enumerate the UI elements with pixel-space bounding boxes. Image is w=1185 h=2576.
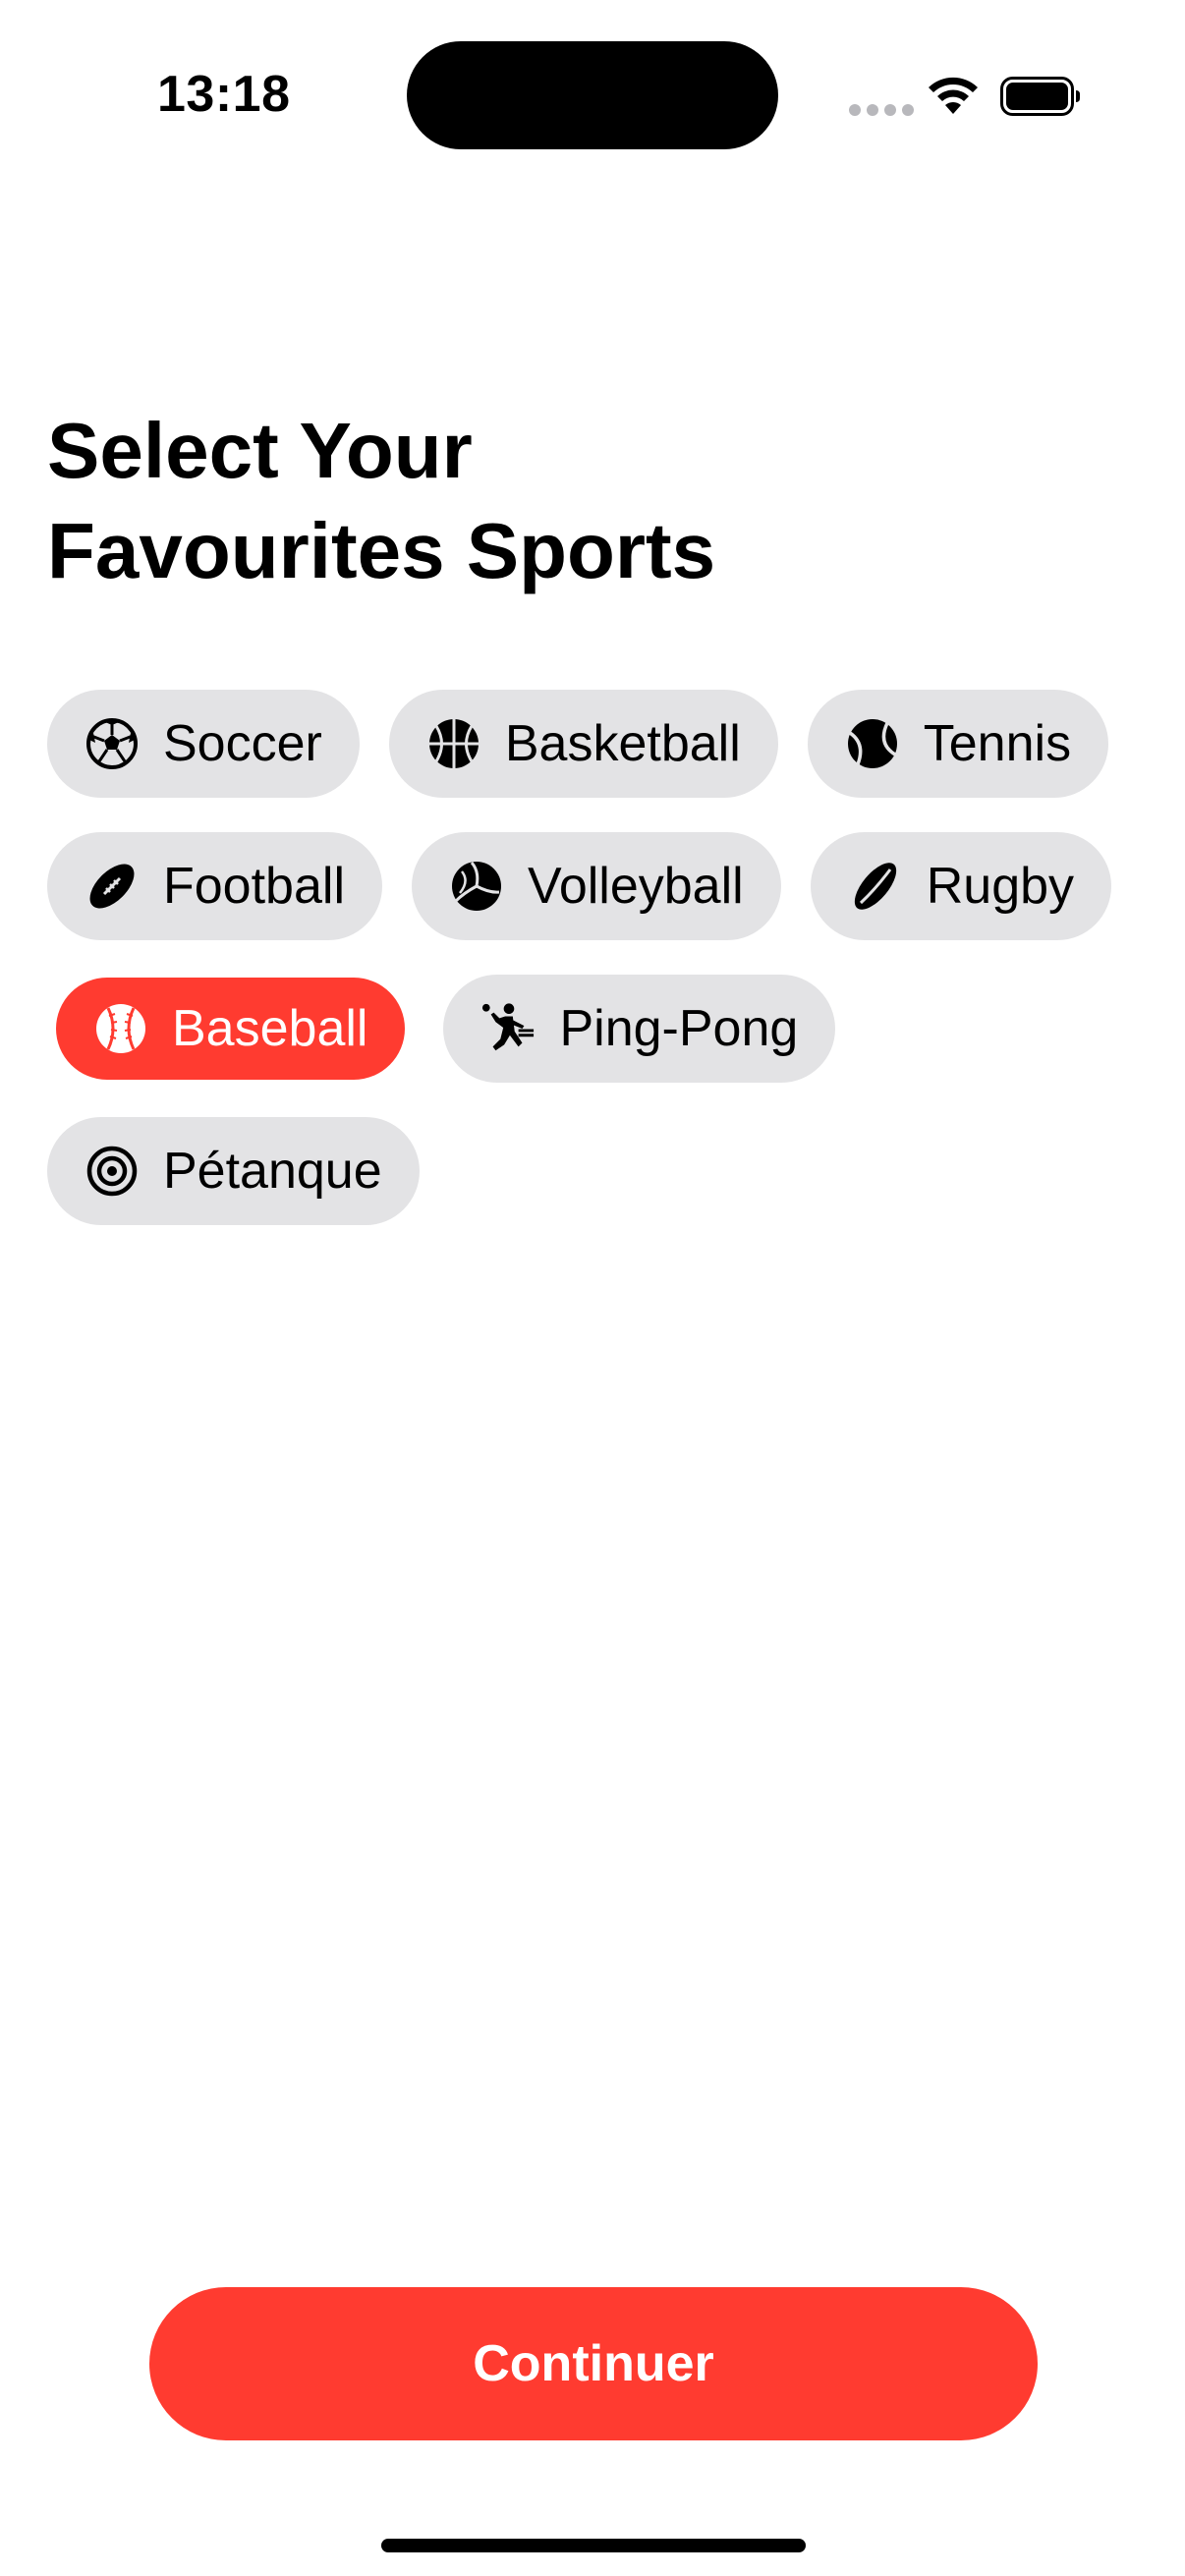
sport-chip-football[interactable]: Football (47, 832, 382, 940)
home-indicator[interactable] (381, 2539, 806, 2552)
sport-chip-list: Soccer Basketball Tennis Football Volley… (47, 690, 1148, 1260)
sport-chip-volleyball[interactable]: Volleyball (412, 832, 781, 940)
sport-chip-tennis[interactable]: Tennis (807, 690, 1109, 798)
ping-pong-player-icon (480, 1001, 536, 1056)
sport-chip-label: Baseball (172, 1000, 368, 1057)
tennis-ball-icon (845, 716, 900, 771)
sport-chip-row: Pétanque (47, 1117, 1148, 1225)
baseball-icon (93, 1001, 148, 1056)
sport-chip-label: Football (163, 858, 345, 915)
sport-chip-label: Rugby (926, 858, 1075, 915)
sport-chip-petanque[interactable]: Pétanque (47, 1117, 420, 1225)
page-title-line-1: Select Your (47, 407, 473, 494)
sport-chip-row: Football Volleyball Rugby (47, 832, 1148, 940)
page-title: Select Your Favourites Sports (47, 401, 1128, 601)
sport-chip-label: Volleyball (528, 858, 744, 915)
continue-button[interactable]: Continuer (149, 2287, 1038, 2440)
sport-chip-label: Pétanque (163, 1143, 382, 1200)
rugby-ball-icon (848, 859, 903, 914)
sport-chip-row: Soccer Basketball Tennis (47, 690, 1148, 798)
battery-icon (1000, 77, 1080, 116)
sport-chip-baseball[interactable]: Baseball (56, 978, 406, 1080)
american-football-icon (85, 859, 140, 914)
dynamic-island (407, 41, 778, 149)
sport-chip-basketball[interactable]: Basketball (388, 690, 778, 798)
sport-chip-label: Soccer (163, 715, 322, 772)
sport-chip-label: Ping-Pong (559, 1000, 799, 1057)
sport-chip-label: Basketball (504, 715, 741, 772)
basketball-icon (426, 716, 481, 771)
sport-chip-ping-pong[interactable]: Ping-Pong (443, 975, 836, 1083)
soccer-ball-icon (85, 716, 140, 771)
sport-chip-soccer[interactable]: Soccer (47, 690, 360, 798)
target-icon (85, 1144, 140, 1199)
signal-dots-icon (849, 104, 914, 116)
sport-chip-label: Tennis (923, 715, 1072, 772)
sport-chip-rugby[interactable]: Rugby (810, 832, 1112, 940)
volleyball-icon (449, 859, 504, 914)
sport-chip-row: Baseball Ping-Pong (47, 975, 1148, 1083)
status-bar-time: 13:18 (157, 66, 291, 123)
wifi-icon (929, 77, 978, 114)
page-title-line-2: Favourites Sports (47, 507, 716, 594)
